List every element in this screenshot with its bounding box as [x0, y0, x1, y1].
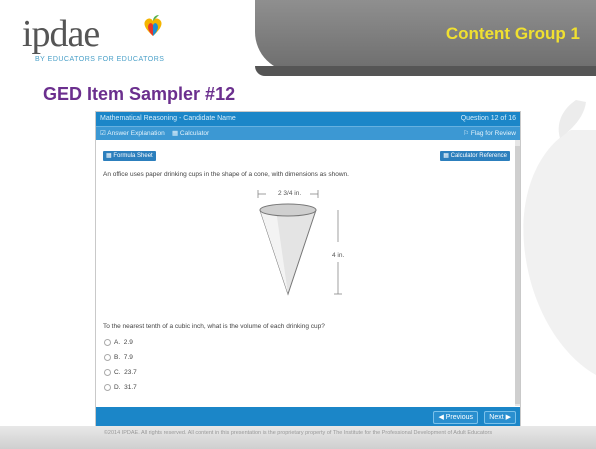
- ipdae-logo: ipdae: [22, 13, 100, 55]
- question-counter: Question 12 of 16: [460, 115, 516, 122]
- radio-icon: [104, 384, 111, 391]
- height-label: 4 in.: [332, 252, 345, 259]
- header-shadow: [255, 66, 596, 76]
- question-prompt: To the nearest tenth of a cubic inch, wh…: [103, 323, 325, 330]
- section-title: Content Group 1: [445, 24, 580, 43]
- choice-letter: C.: [114, 369, 121, 377]
- question-text: An office uses paper drinking cups in th…: [103, 171, 349, 178]
- choice-d[interactable]: D. 31.7: [104, 384, 137, 391]
- calculator-label: Calculator: [179, 130, 210, 137]
- logo-tagline: BY EDUCATORS FOR EDUCATORS: [35, 56, 165, 63]
- previous-label: Previous: [445, 414, 473, 421]
- scrollbar-thumb[interactable]: [515, 146, 520, 404]
- ged-test-window: Mathematical Reasoning - Candidate Name …: [95, 111, 521, 427]
- radio-icon: [104, 369, 111, 376]
- choice-b[interactable]: B. 7.9: [104, 354, 133, 361]
- ged-title-bar: Mathematical Reasoning - Candidate Name …: [96, 112, 520, 126]
- choice-value: 31.7: [124, 384, 137, 392]
- answer-explanation-button[interactable]: ☑ Answer Explanation: [100, 130, 165, 137]
- formula-sheet-label: Formula Sheet: [113, 153, 153, 159]
- ged-toolbar: ☑ Answer Explanation ▦ Calculator ⚐ Flag…: [96, 126, 520, 140]
- choice-value: 2.9: [123, 339, 133, 347]
- calculator-button[interactable]: ▦ Calculator: [172, 130, 209, 137]
- previous-button[interactable]: ◀ Previous: [433, 411, 478, 424]
- flag-for-review-button[interactable]: ⚐ Flag for Review: [463, 127, 516, 140]
- vertical-scrollbar[interactable]: [515, 140, 520, 406]
- copyright-notice: ©2014 IPDAE. All rights reserved. All co…: [103, 430, 493, 436]
- choice-letter: B.: [114, 354, 121, 362]
- next-button[interactable]: Next ▶: [484, 411, 516, 424]
- radio-icon: [104, 354, 111, 361]
- ged-nav-bar: ◀ Previous Next ▶: [96, 407, 520, 426]
- choice-c[interactable]: C. 23.7: [104, 369, 137, 376]
- question-area: ▦ Formula Sheet ▦ Calculator Reference A…: [96, 140, 520, 406]
- diameter-label: 2 3/4 in.: [278, 190, 302, 197]
- flag-for-review-label: Flag for Review: [470, 130, 516, 137]
- next-label: Next: [489, 414, 504, 421]
- choice-letter: A.: [114, 339, 121, 347]
- answer-explanation-label: Answer Explanation: [107, 130, 165, 137]
- calculator-reference-button[interactable]: ▦ Calculator Reference: [440, 151, 510, 161]
- choice-a[interactable]: A. 2.9: [104, 339, 133, 346]
- choice-value: 23.7: [124, 369, 137, 377]
- formula-sheet-button[interactable]: ▦ Formula Sheet: [103, 151, 156, 161]
- calculator-reference-label: Calculator Reference: [450, 153, 507, 159]
- cone-diagram: [257, 190, 342, 296]
- radio-icon: [104, 339, 111, 346]
- slide-title: GED Item Sampler #12: [43, 84, 236, 104]
- heart-apple-icon: [144, 15, 162, 36]
- choice-letter: D.: [114, 384, 121, 392]
- ged-window-title: Mathematical Reasoning - Candidate Name: [100, 115, 236, 122]
- choice-value: 7.9: [123, 354, 133, 362]
